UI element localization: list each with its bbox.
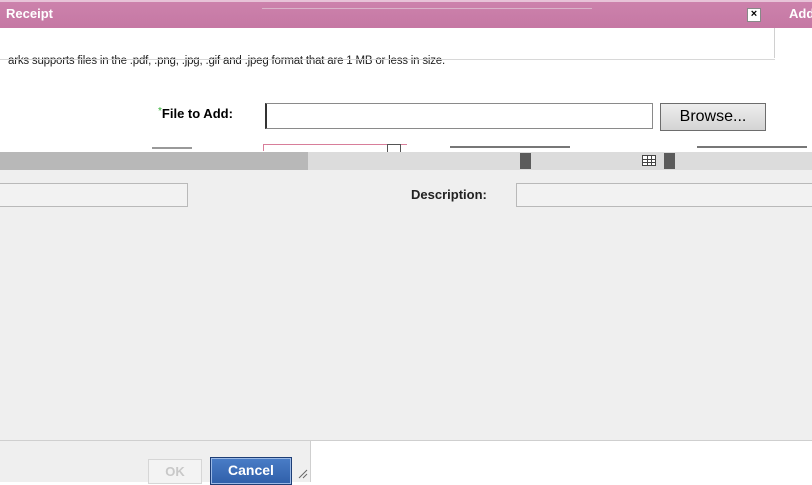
name-field[interactable] — [0, 183, 188, 207]
description-label: Description: — [411, 187, 487, 202]
upload-form-panel: arks supports files in the .pdf, .png, .… — [0, 28, 812, 154]
strip-marker — [520, 153, 531, 169]
file-to-add-label: *File to Add: — [158, 106, 233, 121]
ghost-artifact — [152, 147, 192, 149]
calendar-icon[interactable] — [642, 155, 656, 166]
overlay-strip — [0, 152, 812, 170]
file-to-add-label-text: File to Add: — [161, 106, 233, 121]
footer-divider — [0, 440, 310, 441]
titlebar-divider — [262, 8, 592, 9]
notice-divider — [774, 28, 775, 58]
dialog-titlebar: Receipt × Add — [0, 0, 812, 30]
browse-button[interactable]: Browse... — [660, 103, 766, 131]
dialog-title-secondary: Add — [789, 6, 812, 21]
description-field[interactable] — [516, 183, 812, 207]
resize-grip-icon[interactable] — [298, 469, 308, 479]
strip-right-block — [308, 152, 812, 170]
file-format-notice: arks supports files in the .pdf, .png, .… — [8, 55, 445, 67]
ok-button[interactable]: OK — [148, 459, 202, 484]
close-icon[interactable]: × — [747, 8, 761, 22]
strip-left-block — [0, 152, 308, 170]
attachment-details-panel: Description: OK Cancel — [0, 170, 812, 485]
ghost-artifact — [450, 146, 570, 148]
strip-marker — [664, 153, 675, 169]
notice-underline — [0, 59, 775, 60]
ghost-artifact — [697, 146, 807, 148]
dialog-title: Receipt — [6, 6, 53, 21]
ghost-date-field — [263, 144, 407, 151]
cancel-button[interactable]: Cancel — [210, 457, 292, 485]
footer-blank-area — [311, 440, 812, 483]
file-path-input[interactable] — [265, 103, 653, 129]
